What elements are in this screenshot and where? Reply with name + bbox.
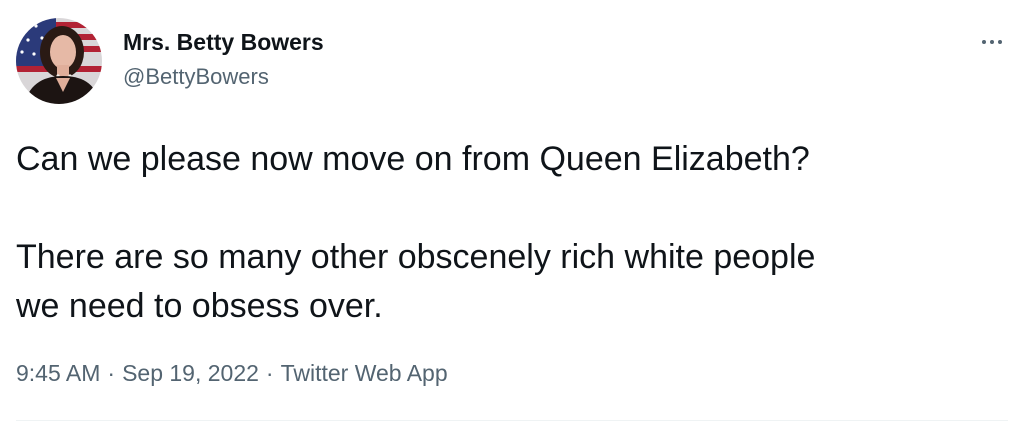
more-options-button[interactable] bbox=[974, 28, 1010, 56]
tweet-source[interactable]: Twitter Web App bbox=[281, 360, 448, 386]
tweet-time[interactable]: 9:45 AM bbox=[16, 360, 100, 386]
divider bbox=[16, 420, 1008, 421]
author-handle[interactable]: @BettyBowers bbox=[123, 63, 269, 91]
author-display-name[interactable]: Mrs. Betty Bowers bbox=[123, 28, 324, 56]
tweet-date[interactable]: Sep 19, 2022 bbox=[122, 360, 259, 386]
tweet-text: Can we please now move on from Queen Eli… bbox=[16, 140, 816, 325]
meta-separator: · bbox=[265, 360, 274, 386]
more-horizontal-icon bbox=[982, 40, 1002, 44]
avatar[interactable] bbox=[16, 18, 102, 104]
meta-separator: · bbox=[107, 360, 116, 386]
avatar-image bbox=[16, 18, 102, 104]
tweet-card: Mrs. Betty Bowers @BettyBowers Can we pl… bbox=[0, 0, 1024, 428]
tweet-metadata: 9:45 AM · Sep 19, 2022 · Twitter Web App bbox=[16, 358, 448, 388]
